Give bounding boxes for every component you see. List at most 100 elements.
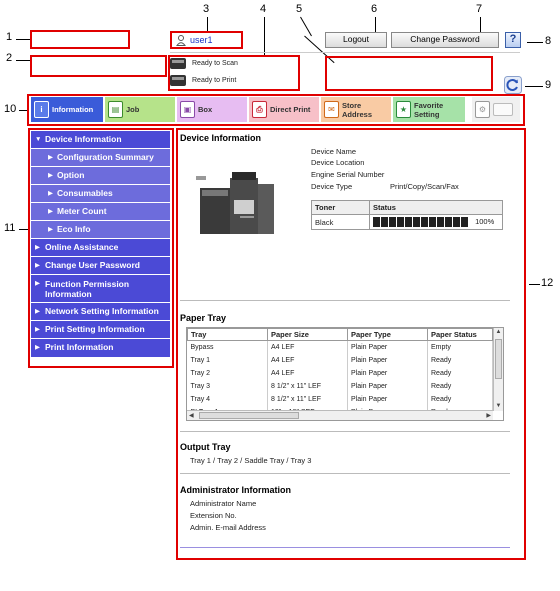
sidebar-item-option[interactable]: ▶ Option	[31, 167, 170, 185]
cell: Tray 2	[187, 366, 268, 380]
chevron-right-icon: ▶	[35, 326, 40, 333]
sidebar-item-network-setting-information[interactable]: ▶ Network Setting Information	[31, 303, 170, 321]
sidebar-item-device-information[interactable]: ▼ Device Information	[31, 131, 170, 149]
sidebar-item-eco-info[interactable]: ▶ Eco Info	[31, 221, 170, 239]
tab-store-address-label: Store Address	[342, 100, 373, 119]
callout-10: 10	[4, 103, 17, 115]
tab-direct-print[interactable]: ⎙ Direct Print	[249, 97, 319, 122]
callout-12: 12	[541, 277, 554, 289]
scroll-up-icon[interactable]: ▲	[494, 328, 503, 337]
tab-store-address[interactable]: ✉ Store Address	[321, 97, 391, 122]
sidebar-item-change-user-password[interactable]: ▶ Change User Password	[31, 257, 170, 275]
callout-1: 1	[6, 31, 13, 43]
horizontal-scrollbar[interactable]: ◀ ▶	[187, 410, 493, 420]
cell: A4 LEF	[267, 366, 348, 380]
cell: Plain Paper	[347, 366, 428, 380]
cell: A4 LEF	[267, 340, 348, 354]
divider-2	[180, 431, 510, 432]
chevron-right-icon: ▶	[48, 154, 53, 161]
chevron-right-icon: ▶	[48, 208, 53, 215]
scroll-left-icon[interactable]: ◀	[189, 412, 194, 419]
scan-status-text: Ready to Scan	[192, 60, 238, 67]
cell: Plain Paper	[347, 392, 428, 406]
divider-3	[180, 473, 510, 474]
callout-8: 8	[545, 35, 552, 47]
cell: Bypass	[187, 340, 268, 354]
col-paper-type: Paper Type	[347, 328, 428, 341]
highlight-message-area	[325, 56, 493, 91]
cell: Plain Paper	[347, 340, 428, 354]
callout-11: 11	[4, 222, 16, 234]
hscroll-thumb[interactable]	[199, 412, 299, 419]
tab-extra[interactable]: ⚙	[472, 97, 520, 122]
chevron-right-icon: ▶	[35, 344, 40, 351]
chevron-down-icon: ▼	[35, 136, 42, 143]
cell: Tray 4	[187, 392, 268, 406]
chevron-right-icon: ▶	[35, 280, 40, 287]
col-paper-size: Paper Size	[267, 328, 348, 341]
callout-4-line	[264, 17, 265, 56]
tab-information[interactable]: i Information	[31, 97, 103, 122]
user-name: user1	[190, 35, 213, 45]
direct-print-icon: ⎙	[252, 101, 267, 118]
vertical-scrollbar[interactable]: ▲ ▼	[493, 328, 503, 411]
scroll-down-icon[interactable]: ▼	[494, 402, 503, 411]
scroll-thumb[interactable]	[495, 339, 502, 379]
user-display[interactable]: user1	[170, 31, 243, 49]
cell: 8 1/2" x 11" LEF	[267, 392, 348, 406]
toner-table: Toner Status Black 100%	[311, 200, 503, 231]
sidebar-item-consumables[interactable]: ▶ Consumables	[31, 185, 170, 203]
callout-5: 5	[296, 3, 303, 15]
tab-box-label: Box	[198, 105, 213, 114]
col-paper-status: Paper Status	[427, 328, 493, 341]
help-button[interactable]: ?	[505, 32, 521, 48]
sidebar-item-configuration-summary[interactable]: ▶ Configuration Summary	[31, 149, 170, 167]
sidebar: ▼ Device Information ▶ Configuration Summa…	[31, 131, 170, 357]
table-row: Bypass A4 LEF Plain Paper Empty	[187, 340, 493, 354]
store-address-icon: ✉	[324, 101, 339, 118]
callout-9-line	[525, 86, 543, 87]
callout-1-line	[16, 39, 30, 40]
tab-job-label: Job	[126, 105, 140, 114]
status-header: Status	[369, 200, 503, 215]
callout-3-line	[207, 17, 208, 32]
sidebar-item-function-permission-information[interactable]: ▶ Function Permission Information	[31, 275, 170, 303]
card-icon	[493, 103, 513, 116]
tab-box[interactable]: ▣ Box	[177, 97, 247, 122]
sidebar-item-print-setting-information[interactable]: ▶ Print Setting Information	[31, 321, 170, 339]
callout-2: 2	[6, 52, 13, 64]
divider-1	[180, 300, 510, 301]
change-password-button[interactable]: Change Password	[391, 32, 499, 48]
toner-level-bar	[373, 217, 469, 228]
footer-divider	[180, 547, 510, 548]
admin-email-label: Admin. E-mail Address	[190, 523, 266, 532]
callout-7: 7	[476, 3, 483, 15]
scanner-icon	[170, 58, 186, 69]
table-row: Tray 2 A4 LEF Plain Paper Ready	[187, 366, 493, 380]
printer-icon	[170, 75, 186, 86]
cell: Plain Paper	[347, 379, 428, 393]
tab-favorite-setting[interactable]: ★ Favorite Setting	[393, 97, 465, 122]
settings-icon: ⚙	[475, 101, 490, 118]
admin-extension-label: Extension No.	[190, 511, 237, 520]
callout-3: 3	[203, 3, 210, 15]
cell: Plain Paper	[347, 353, 428, 367]
toner-level-label: 100%	[475, 217, 495, 226]
sidebar-item-meter-count[interactable]: ▶ Meter Count	[31, 203, 170, 221]
chevron-right-icon: ▶	[48, 172, 53, 179]
tab-job[interactable]: ▤ Job	[105, 97, 175, 122]
device-image	[196, 170, 276, 236]
sidebar-item-print-information[interactable]: ▶ Print Information	[31, 339, 170, 357]
chevron-right-icon: ▶	[35, 244, 40, 251]
tab-favorite-setting-label: Favorite Setting	[414, 100, 444, 119]
callout-2-line	[16, 60, 30, 61]
sidebar-item-online-assistance[interactable]: ▶ Online Assistance	[31, 239, 170, 257]
field-device-location: Device Location	[311, 158, 365, 167]
logout-button[interactable]: Logout	[325, 32, 387, 48]
refresh-button[interactable]	[504, 76, 522, 94]
toner-black-name: Black	[311, 213, 370, 231]
scroll-right-icon[interactable]: ▶	[486, 412, 491, 419]
change-password-label: Change Password	[410, 34, 480, 44]
callout-5-line	[300, 16, 312, 37]
callout-6: 6	[371, 3, 378, 15]
